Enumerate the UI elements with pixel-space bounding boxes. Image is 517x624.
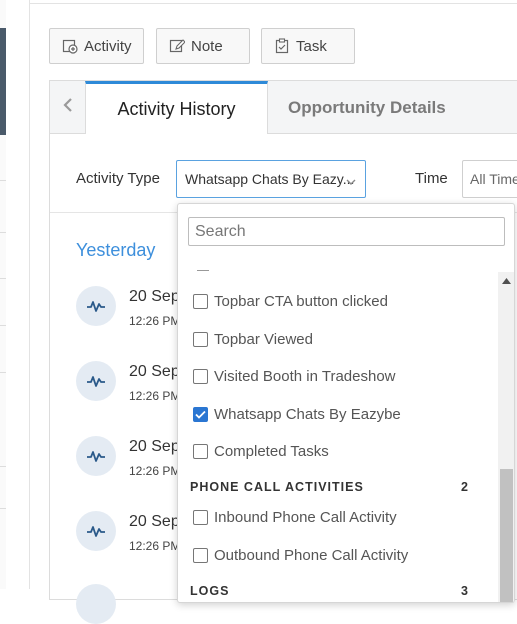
tab-activity-history[interactable]: Activity History — [85, 81, 268, 134]
activity-date: 20 Sep — [129, 363, 180, 380]
left-sidebar-edge — [0, 0, 6, 589]
group-logs: LOGS 3 — [190, 584, 469, 598]
option-label: Topbar CTA button clicked — [214, 293, 388, 310]
activity-pulse-icon — [76, 511, 116, 551]
option-checkbox[interactable] — [193, 332, 208, 347]
activity-time: 12:26 PM — [129, 464, 181, 478]
group-label: PHONE CALL ACTIVITIES — [190, 480, 364, 494]
option-label: Whatsapp Chats By Eazybe — [214, 406, 401, 423]
option-checkbox-checked[interactable] — [193, 407, 208, 422]
tab-prev-button[interactable] — [50, 81, 85, 133]
option-outbound-phone-call[interactable]: Outbound Phone Call Activity — [193, 547, 408, 564]
time-label: Time — [415, 170, 448, 187]
activity-time: 12:26 PM — [129, 539, 181, 553]
activity-date: 20 Sep — [129, 288, 180, 305]
option-checkbox[interactable] — [193, 444, 208, 459]
sidebar-dark-block — [0, 28, 6, 135]
group-phone-call-activities: PHONE CALL ACTIVITIES 2 — [190, 480, 469, 494]
sidebar-divider — [0, 325, 6, 326]
sidebar-divider — [0, 508, 6, 509]
option-topbar-viewed[interactable]: Topbar Viewed — [193, 331, 313, 348]
task-clipboard-icon — [274, 38, 290, 54]
content-border — [29, 0, 30, 589]
partial-option-marker — [197, 270, 209, 271]
option-checkbox[interactable] — [193, 294, 208, 309]
add-activity-icon — [62, 38, 78, 54]
sidebar-divider — [0, 180, 6, 181]
tab-opportunity-details[interactable]: Opportunity Details — [288, 81, 446, 134]
option-visited-booth[interactable]: Visited Booth in Tradeshow — [193, 368, 396, 385]
chevron-down-icon — [346, 173, 356, 189]
time-value: All Time — [470, 171, 517, 187]
option-checkbox[interactable] — [193, 510, 208, 525]
option-label: Completed Tasks — [214, 443, 329, 460]
add-task-button[interactable]: Task — [261, 28, 355, 64]
day-heading: Yesterday — [76, 240, 156, 260]
sidebar-divider — [0, 372, 6, 373]
sidebar-divider — [0, 232, 6, 233]
option-whatsapp-chats[interactable]: Whatsapp Chats By Eazybe — [193, 406, 401, 423]
option-checkbox[interactable] — [193, 548, 208, 563]
group-count: 3 — [461, 584, 469, 598]
option-label: Inbound Phone Call Activity — [214, 509, 397, 526]
add-task-label: Task — [296, 37, 327, 55]
activity-type-label: Activity Type — [76, 170, 160, 187]
option-completed-tasks[interactable]: Completed Tasks — [193, 443, 329, 460]
option-topbar-cta-clicked[interactable]: Topbar CTA button clicked — [193, 293, 388, 310]
scroll-up-arrow-icon[interactable] — [498, 274, 514, 288]
add-note-button[interactable]: Note — [156, 28, 250, 64]
dropdown-search-input[interactable] — [188, 217, 505, 246]
activity-pulse-icon — [76, 584, 116, 624]
activity-type-value: Whatsapp Chats By Eazy... — [185, 171, 355, 187]
edit-note-icon — [169, 38, 185, 54]
activity-pulse-icon — [76, 286, 116, 326]
activity-date: 20 Sep — [129, 513, 180, 530]
activity-time: 12:26 PM — [129, 314, 181, 328]
add-activity-button[interactable]: Activity — [49, 28, 144, 64]
group-count: 2 — [461, 480, 469, 494]
option-label: Outbound Phone Call Activity — [214, 547, 409, 564]
checkmark-icon — [195, 410, 206, 419]
scrollbar-thumb[interactable] — [500, 469, 513, 602]
activity-type-select[interactable]: Whatsapp Chats By Eazy... — [176, 160, 366, 198]
group-label: LOGS — [190, 584, 230, 598]
chevron-left-icon — [62, 97, 73, 118]
activity-type-dropdown: Topbar CTA button clicked Topbar Viewed … — [177, 203, 515, 603]
add-note-label: Note — [191, 37, 223, 55]
option-label: Topbar Viewed — [214, 331, 313, 348]
option-checkbox[interactable] — [193, 369, 208, 384]
option-inbound-phone-call[interactable]: Inbound Phone Call Activity — [193, 509, 397, 526]
sidebar-divider — [0, 278, 6, 279]
add-activity-label: Activity — [84, 37, 132, 55]
option-label: Visited Booth in Tradeshow — [214, 368, 396, 385]
sidebar-divider — [0, 466, 6, 467]
time-select[interactable]: All Time — [462, 160, 517, 198]
activity-date: 20 Sep — [129, 438, 180, 455]
tab-bar: Activity History Opportunity Details — [50, 81, 517, 134]
top-border — [29, 3, 517, 4]
activity-time: 12:26 PM — [129, 389, 181, 403]
activity-pulse-icon — [76, 436, 116, 476]
activity-pulse-icon — [76, 361, 116, 401]
